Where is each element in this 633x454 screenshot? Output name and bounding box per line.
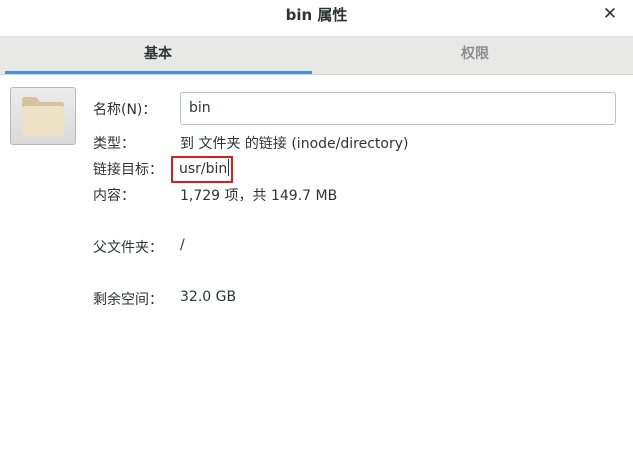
type-value: 到 文件夹 的链接 (inode/directory) — [180, 136, 409, 152]
link-target-value: usr/bin — [179, 161, 228, 177]
parent-folder-label: 父文件夹： — [93, 240, 163, 256]
active-tab-indicator — [5, 71, 312, 74]
contents-label: 内容： — [93, 188, 135, 204]
window-title: bin 属性 — [285, 6, 348, 24]
name-label: 名称(N)： — [93, 102, 157, 118]
link-target-label: 链接目标： — [93, 162, 163, 178]
folder-icon — [10, 87, 76, 145]
link-target-field[interactable]: usr/bin — [171, 156, 233, 183]
properties-dialog: bin 属性 ✕ 基本 权限 名称(N)： bin 类型： 到 文件夹 的链接 … — [0, 0, 633, 454]
tab-permissions-label: 权限 — [461, 46, 489, 62]
parent-folder-value: / — [180, 237, 185, 253]
titlebar: bin 属性 ✕ — [0, 0, 633, 37]
tab-bar: 基本 权限 — [0, 37, 633, 75]
text-cursor — [228, 159, 230, 176]
contents-value: 1,729 项，共 149.7 MB — [180, 188, 338, 204]
close-button[interactable]: ✕ — [599, 3, 621, 25]
tab-permissions[interactable]: 权限 — [317, 37, 633, 74]
name-input[interactable]: bin — [180, 92, 616, 125]
tab-basic[interactable]: 基本 — [0, 37, 316, 74]
free-space-value: 32.0 GB — [180, 289, 237, 305]
type-label: 类型： — [93, 136, 135, 152]
free-space-label: 剩余空间： — [93, 292, 163, 308]
tab-basic-label: 基本 — [144, 46, 172, 62]
